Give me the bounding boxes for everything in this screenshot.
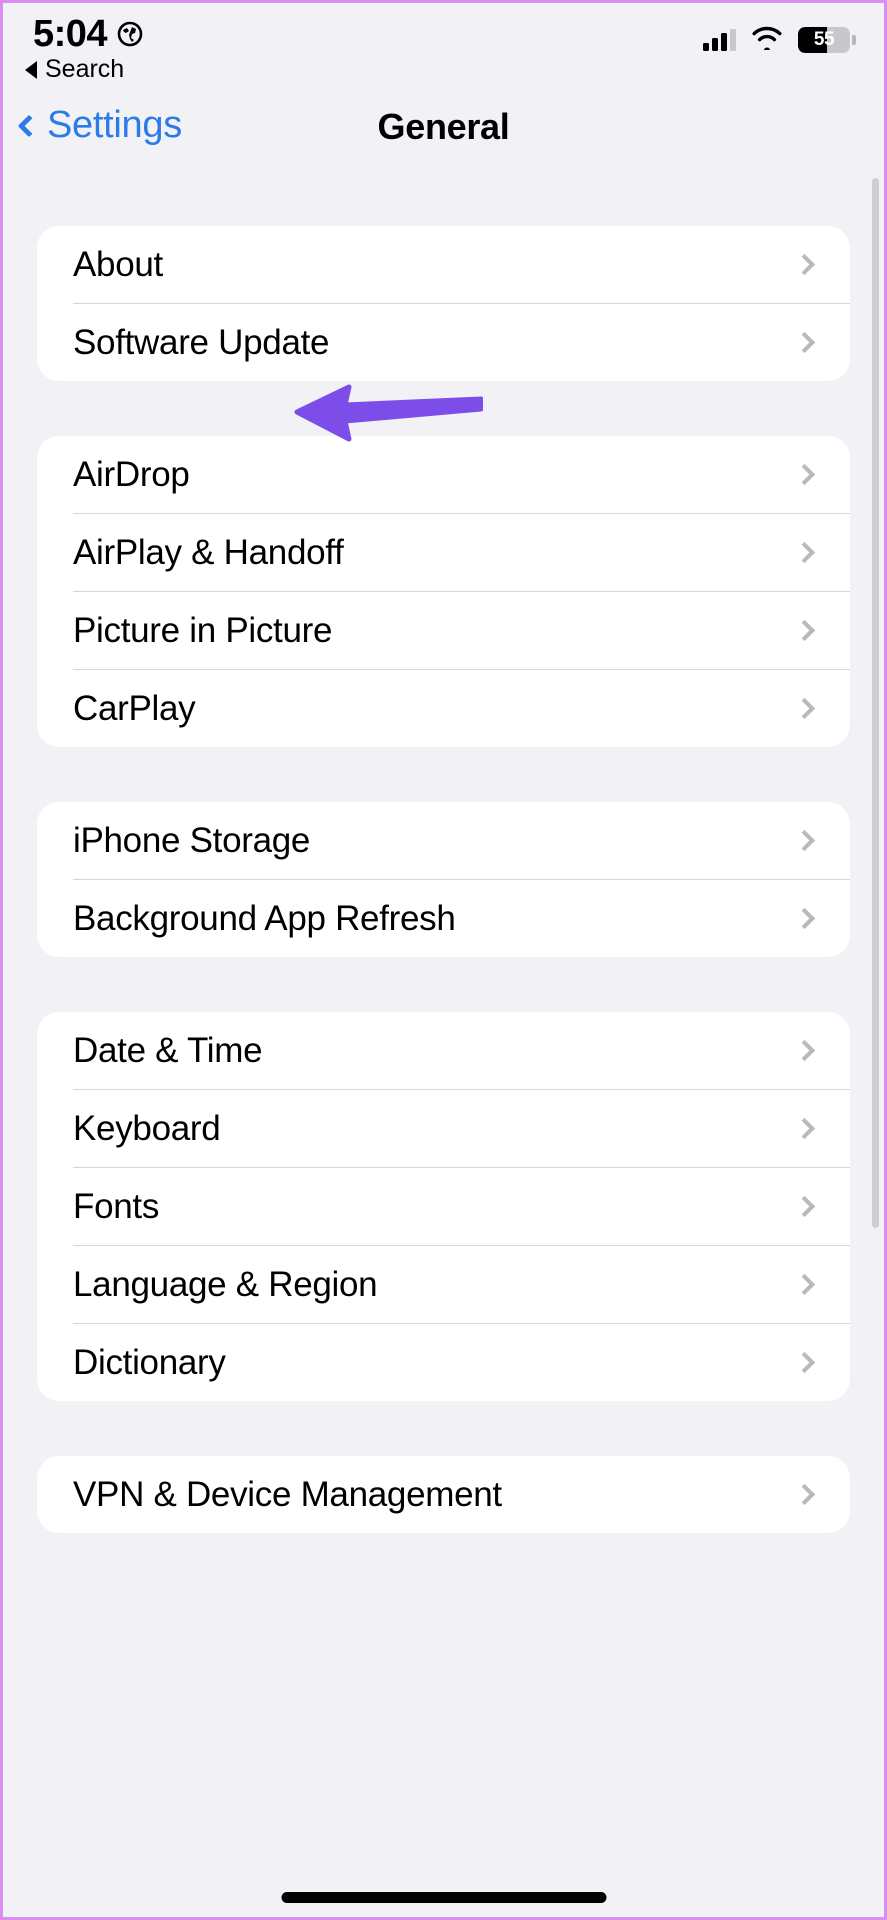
- chevron-right-icon: [793, 1483, 816, 1506]
- settings-row-label: VPN & Device Management: [73, 1474, 502, 1514]
- status-bar: 5:04 55: [3, 3, 884, 103]
- settings-group-connectivity: AirDrop AirPlay & Handoff Picture in Pic…: [37, 436, 850, 747]
- battery-percent-label: 55: [813, 29, 835, 50]
- home-indicator[interactable]: [281, 1892, 606, 1903]
- settings-group-system: About Software Update: [37, 226, 850, 381]
- chevron-right-icon: [793, 1195, 816, 1218]
- status-bar-clock: 5:04: [33, 13, 108, 55]
- settings-row-fonts[interactable]: Fonts: [37, 1168, 850, 1245]
- settings-row-label: iPhone Storage: [73, 820, 311, 860]
- battery-indicator: 55: [798, 27, 856, 53]
- chevron-right-icon: [793, 619, 816, 642]
- settings-list: About Software Update AirDrop AirPlay & …: [3, 163, 884, 1917]
- chevron-right-icon: [793, 1039, 816, 1062]
- settings-row-label: Picture in Picture: [73, 610, 333, 650]
- settings-row-label: About: [73, 244, 163, 284]
- chevron-right-icon: [793, 253, 816, 276]
- battery-cap: [852, 35, 856, 45]
- back-to-search-button[interactable]: Search: [25, 55, 124, 84]
- chevron-right-icon: [793, 1117, 816, 1140]
- back-to-search-label: Search: [45, 55, 125, 83]
- settings-row-dictionary[interactable]: Dictionary: [37, 1324, 850, 1401]
- settings-row-label: Language & Region: [73, 1264, 378, 1304]
- status-bar-right: 55: [703, 25, 856, 55]
- globe-icon: [117, 21, 143, 47]
- settings-row-label: Fonts: [73, 1186, 160, 1226]
- settings-group-storage: iPhone Storage Background App Refresh: [37, 802, 850, 957]
- chevron-right-icon: [793, 829, 816, 852]
- settings-row-airdrop[interactable]: AirDrop: [37, 436, 850, 513]
- settings-row-airplay-handoff[interactable]: AirPlay & Handoff: [37, 514, 850, 591]
- settings-row-label: CarPlay: [73, 688, 196, 728]
- settings-row-language-region[interactable]: Language & Region: [37, 1246, 850, 1323]
- chevron-right-icon: [793, 697, 816, 720]
- settings-row-label: Keyboard: [73, 1108, 221, 1148]
- settings-group-management: VPN & Device Management: [37, 1456, 850, 1533]
- triangle-left-icon: [25, 60, 37, 79]
- settings-row-background-app-refresh[interactable]: Background App Refresh: [37, 880, 850, 957]
- chevron-right-icon: [793, 541, 816, 564]
- chevron-right-icon: [793, 331, 816, 354]
- settings-row-software-update[interactable]: Software Update: [37, 304, 850, 381]
- status-bar-left: 5:04: [33, 15, 143, 53]
- settings-row-picture-in-picture[interactable]: Picture in Picture: [37, 592, 850, 669]
- page-title: General: [377, 106, 510, 147]
- signal-bars-icon: [703, 29, 736, 51]
- settings-row-label: AirDrop: [73, 454, 190, 494]
- settings-row-label: Date & Time: [73, 1030, 263, 1070]
- chevron-right-icon: [793, 1351, 816, 1374]
- settings-row-about[interactable]: About: [37, 226, 850, 303]
- settings-row-label: AirPlay & Handoff: [73, 532, 344, 572]
- settings-row-label: Background App Refresh: [73, 898, 456, 938]
- iphone-settings-general-screen: 5:04 55 Search Settings General About So…: [0, 0, 887, 1920]
- settings-row-vpn-device-management[interactable]: VPN & Device Management: [37, 1456, 850, 1533]
- navigation-bar: Settings General: [3, 98, 884, 160]
- vertical-scrollbar[interactable]: [872, 178, 879, 1228]
- chevron-right-icon: [793, 907, 816, 930]
- chevron-right-icon: [793, 463, 816, 486]
- settings-row-carplay[interactable]: CarPlay: [37, 670, 850, 747]
- settings-row-keyboard[interactable]: Keyboard: [37, 1090, 850, 1167]
- settings-row-label: Dictionary: [73, 1342, 226, 1382]
- settings-group-localization: Date & Time Keyboard Fonts Language & Re…: [37, 1012, 850, 1401]
- settings-row-date-time[interactable]: Date & Time: [37, 1012, 850, 1089]
- chevron-right-icon: [793, 1273, 816, 1296]
- settings-row-label: Software Update: [73, 322, 330, 362]
- settings-row-iphone-storage[interactable]: iPhone Storage: [37, 802, 850, 879]
- wifi-icon: [750, 25, 784, 55]
